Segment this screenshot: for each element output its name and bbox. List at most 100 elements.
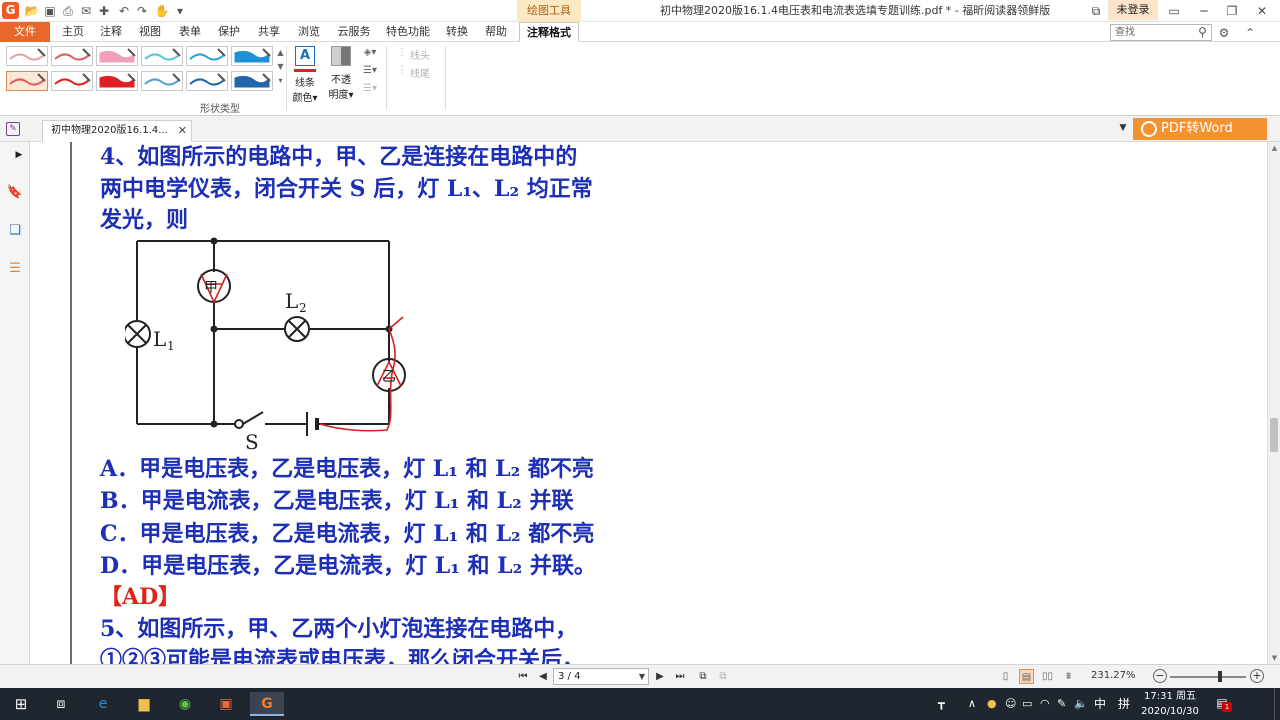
tab-features[interactable]: 特色功能 bbox=[382, 22, 434, 42]
customize-toolbar-icon[interactable]: ▾ bbox=[172, 3, 188, 19]
bookmarks-icon[interactable]: 🔖 bbox=[6, 184, 24, 202]
shape-style-swatch[interactable] bbox=[51, 46, 93, 66]
single-page-view-icon[interactable]: ▯ bbox=[998, 669, 1013, 684]
page-number-field[interactable]: 3 / 4 ▼ bbox=[553, 668, 649, 685]
pen-icon[interactable]: ✎ bbox=[1057, 694, 1066, 714]
line-tail-label: 线尾 bbox=[410, 69, 430, 80]
tray-item-icon[interactable]: ┳ bbox=[938, 694, 945, 714]
shape-style-swatch[interactable] bbox=[6, 46, 48, 66]
search-icon[interactable]: ⚲ bbox=[1195, 25, 1210, 40]
document-view[interactable]: 4、如图所示的电路中，甲、乙是连接在电路中的 两中电学仪表，闭合开关 S 后，灯… bbox=[30, 142, 1267, 664]
zoom-slider[interactable] bbox=[1170, 671, 1246, 682]
print-icon[interactable]: ⎙ bbox=[60, 3, 76, 19]
hand-tool-icon[interactable]: ✋ bbox=[154, 3, 170, 19]
browser-360-icon[interactable]: ◉ bbox=[168, 692, 202, 716]
shape-style-swatch[interactable] bbox=[141, 46, 183, 66]
tab-form[interactable]: 表单 bbox=[173, 22, 207, 42]
tray-network-app-icon[interactable]: ☺ bbox=[1005, 694, 1016, 714]
shape-style-swatch[interactable] bbox=[231, 71, 273, 91]
tab-cloud[interactable]: 云服务 bbox=[332, 22, 376, 42]
previous-view-icon[interactable]: ⧉ bbox=[696, 670, 710, 684]
scroll-down-arrow-icon[interactable]: ▼ bbox=[1268, 652, 1280, 664]
shape-style-swatch[interactable] bbox=[186, 71, 228, 91]
shape-style-swatch[interactable] bbox=[141, 71, 183, 91]
undo-icon[interactable]: ↶ bbox=[116, 3, 132, 19]
email-icon[interactable]: ✉ bbox=[78, 3, 94, 19]
previous-page-icon[interactable]: ◀ bbox=[536, 670, 550, 684]
zoom-in-button[interactable]: + bbox=[1250, 669, 1264, 683]
line-color-button[interactable]: A 线条 颜色▾ bbox=[288, 44, 322, 104]
restore-button[interactable]: ❐ bbox=[1220, 0, 1244, 22]
shape-style-swatch[interactable] bbox=[6, 71, 48, 91]
opacity-button[interactable]: 不透 明度▾ bbox=[324, 44, 358, 101]
ime-language-indicator[interactable]: 中 bbox=[1094, 694, 1106, 714]
shape-style-swatch[interactable] bbox=[51, 71, 93, 91]
page-dropdown-icon[interactable]: ▼ bbox=[639, 669, 645, 684]
tray-app-icon[interactable]: ● bbox=[987, 694, 997, 714]
tray-expand-icon[interactable]: ∧ bbox=[968, 694, 976, 714]
tab-view[interactable]: 视图 bbox=[133, 22, 167, 42]
tab-file[interactable]: 文件 bbox=[0, 22, 50, 42]
continuous-facing-view-icon[interactable]: ⩩ bbox=[1061, 669, 1076, 684]
tab-convert[interactable]: 转换 bbox=[440, 22, 474, 42]
tab-share[interactable]: 共享 bbox=[252, 22, 286, 42]
next-page-icon[interactable]: ▶ bbox=[653, 670, 667, 684]
redo-icon[interactable]: ↷ bbox=[134, 3, 150, 19]
tab-list-icon[interactable]: ▼ bbox=[1117, 122, 1129, 134]
scrollbar-thumb[interactable] bbox=[1270, 418, 1278, 452]
expand-panel-icon[interactable]: ▶ bbox=[14, 146, 24, 164]
edge-browser-icon[interactable]: e bbox=[86, 692, 120, 716]
system-clock[interactable]: 17:31 周五 2020/10/30 bbox=[1140, 689, 1200, 719]
facing-view-icon[interactable]: ▯▯ bbox=[1040, 669, 1055, 684]
continuous-view-icon[interactable]: ▤ bbox=[1019, 669, 1034, 684]
task-view-icon[interactable]: ⧈ bbox=[44, 692, 78, 716]
ribbon-toggle-icon[interactable]: ▭ bbox=[1162, 0, 1186, 22]
close-window-button[interactable]: ✕ bbox=[1250, 0, 1274, 22]
zoom-slider-thumb[interactable] bbox=[1218, 671, 1222, 682]
pdf-to-word-button[interactable]: PDF转Word bbox=[1133, 118, 1267, 140]
scroll-up-arrow-icon[interactable]: ▲ bbox=[1268, 142, 1280, 154]
fill-color-icon[interactable]: ◈▾ bbox=[360, 46, 380, 60]
gallery-scroll-icon[interactable]: ▲ ▼ ▾ bbox=[276, 46, 285, 90]
shape-style-swatch[interactable] bbox=[186, 46, 228, 66]
zoom-level[interactable]: 231.27% bbox=[1091, 670, 1136, 681]
login-button[interactable]: 未登录 bbox=[1108, 0, 1158, 20]
close-tab-icon[interactable]: ✕ bbox=[178, 121, 187, 141]
open-folder-icon[interactable]: 📂 bbox=[24, 3, 40, 19]
tab-annotation-format[interactable]: 注释格式 bbox=[519, 22, 579, 42]
start-page-icon[interactable]: ✎ bbox=[6, 122, 20, 136]
wifi-icon[interactable]: ◠ bbox=[1040, 694, 1050, 714]
ribbon-collapse-icon[interactable]: ⌃ bbox=[1242, 25, 1258, 41]
shape-style-swatch[interactable] bbox=[96, 71, 138, 91]
shape-style-swatch[interactable] bbox=[231, 46, 273, 66]
show-desktop-button[interactable] bbox=[1274, 688, 1280, 720]
first-page-icon[interactable]: ⏮ bbox=[516, 670, 530, 684]
question-5-line-2: ①②③可能是电流表或电压表，那么闭合开关后， bbox=[100, 647, 585, 664]
minimize-button[interactable]: ─ bbox=[1192, 0, 1216, 22]
volume-icon[interactable]: 🔈 bbox=[1074, 694, 1088, 714]
line-width-icon[interactable]: ☰▾ bbox=[360, 64, 380, 78]
tab-browse[interactable]: 浏览 bbox=[292, 22, 326, 42]
shape-style-swatch[interactable] bbox=[96, 46, 138, 66]
ime-mode-indicator[interactable]: 拼 bbox=[1118, 694, 1130, 714]
zoom-out-button[interactable]: − bbox=[1153, 669, 1167, 683]
tab-comment[interactable]: 注释 bbox=[94, 22, 128, 42]
save-icon[interactable]: ▣ bbox=[42, 3, 58, 19]
presentation-app-icon[interactable]: ▣ bbox=[209, 692, 243, 716]
user-icon[interactable]: ⧉ bbox=[1084, 0, 1108, 22]
tab-home[interactable]: 主页 bbox=[56, 22, 90, 42]
document-tab[interactable]: 初中物理2020版16.1.4... ✕ bbox=[42, 120, 192, 142]
new-doc-icon[interactable]: ✚ bbox=[96, 3, 112, 19]
last-page-icon[interactable]: ⏭ bbox=[673, 670, 687, 684]
tab-help[interactable]: 帮助 bbox=[479, 22, 513, 42]
pages-thumbnail-icon[interactable]: ❏ bbox=[6, 222, 24, 240]
foxit-reader-taskbar-icon[interactable]: G bbox=[250, 692, 284, 716]
windows-start-icon[interactable]: ⊞ bbox=[4, 692, 38, 716]
settings-gear-icon[interactable]: ⚙ bbox=[1216, 25, 1232, 41]
comments-panel-icon[interactable]: ☰ bbox=[6, 260, 24, 278]
ribbon-divider bbox=[386, 46, 387, 110]
tab-protect[interactable]: 保护 bbox=[212, 22, 246, 42]
file-explorer-icon[interactable]: ▆ bbox=[127, 692, 161, 716]
battery-icon[interactable]: ▭ bbox=[1022, 694, 1032, 714]
vertical-scrollbar[interactable]: ▲ ▼ bbox=[1267, 142, 1280, 664]
